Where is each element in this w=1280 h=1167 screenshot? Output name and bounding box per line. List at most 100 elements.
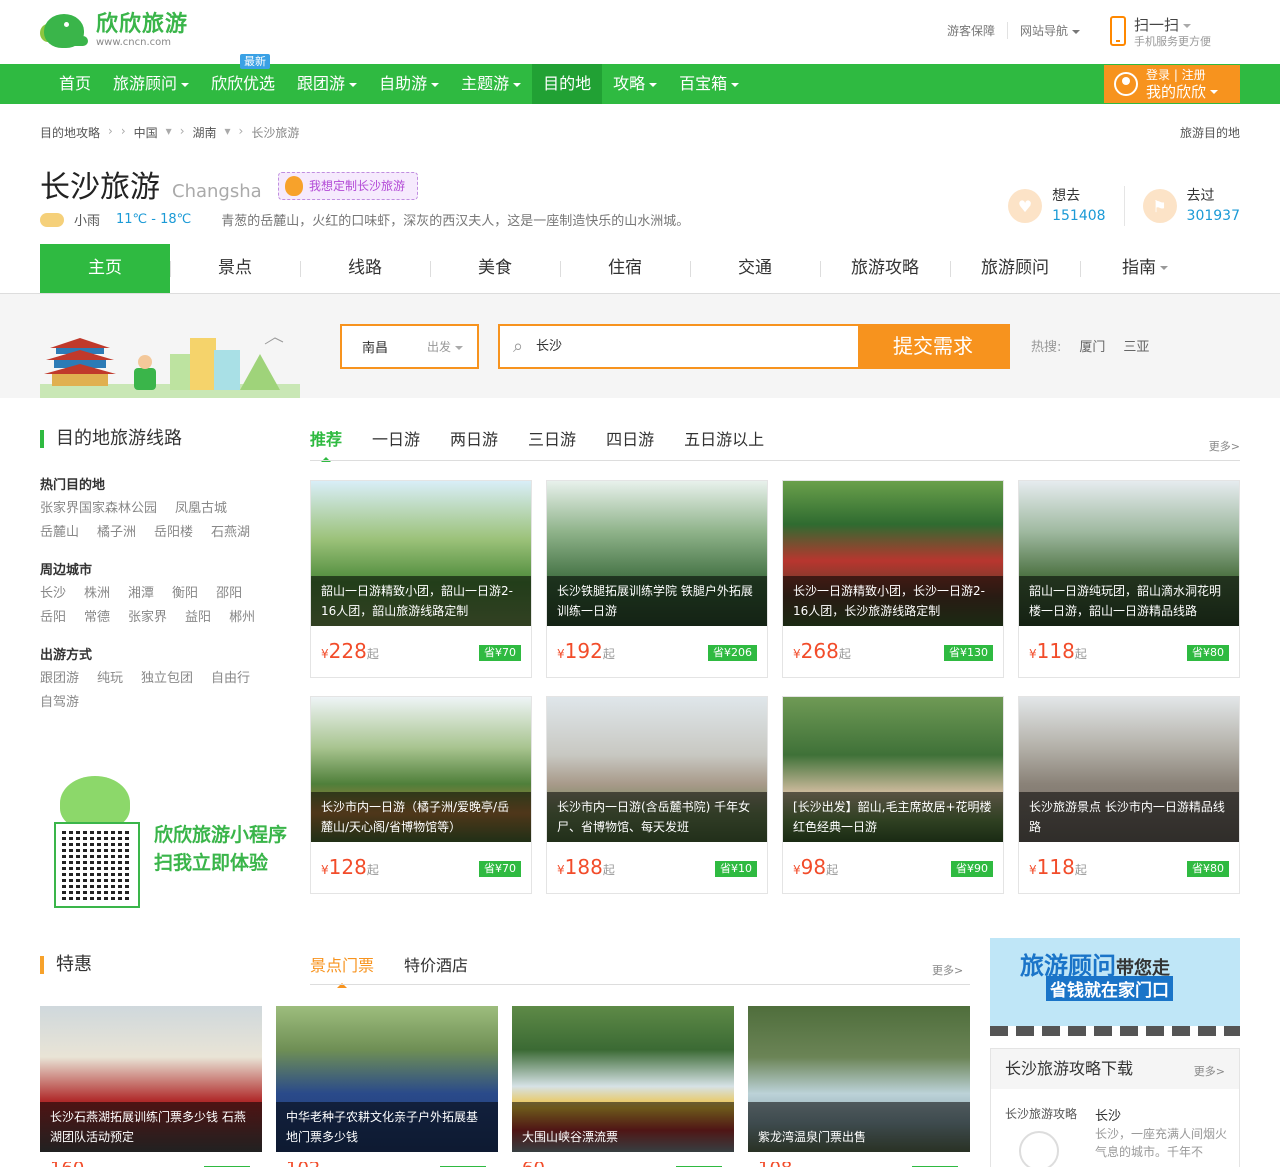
custom-trip-button[interactable]: 我想定制长沙旅游 [278,172,419,200]
sidebar-link[interactable]: 岳阳楼 [154,521,193,545]
sidebar-link[interactable]: 石燕湖 [211,521,250,545]
nav-cncn-select[interactable]: 欣欣优选 最新 [200,54,286,104]
sidebar-link[interactable]: 橘子洲 [97,521,136,545]
sidebar-link[interactable]: 长沙 [40,582,66,606]
breadcrumb-item[interactable]: 目的地攻略 [40,124,100,141]
breadcrumb-item[interactable]: 中国 [134,124,158,141]
sidebar-link[interactable]: 纯玩 [97,667,123,691]
nav-group-tour[interactable]: 跟团游 [286,64,368,104]
route-card[interactable]: 长沙一日游精致小团，长沙一日游2-16人团，长沙旅游线路定制 ¥268起 省¥1… [782,480,1004,678]
route-card[interactable]: [长沙出发】韶山,毛主席故居+花明楼 红色经典一日游 ¥98起 省¥90 [782,696,1004,894]
search-band: 南昌 出发 ⌕ 长沙 提交需求 热搜: 厦门 三亚 [0,294,1280,398]
nav-guides[interactable]: 攻略 [602,64,668,104]
city-skyline-illustration [40,337,300,398]
sidebar-link[interactable]: 跟团游 [40,667,79,691]
sidebar-link[interactable]: 岳麓山 [40,521,79,545]
tourist-guarantee-link[interactable]: 游客保障 [935,22,1009,39]
login-panel[interactable]: 登录 | 注册 我的欣欣 [1104,65,1240,103]
guide-label[interactable]: 长沙旅游攻略 [1005,1105,1077,1122]
deal-card[interactable]: 大围山峡谷漂流票 60 [512,1006,734,1167]
nav-self-guided[interactable]: 自助游 [368,64,450,104]
tab-two-day[interactable]: 两日游 [450,426,498,460]
chevron-down-icon[interactable]: ▾ [166,124,172,141]
hot-search-link[interactable]: 三亚 [1123,336,1149,355]
tab-transport[interactable]: 交通 [690,244,820,293]
guide-city[interactable]: 长沙 [1095,1105,1121,1124]
hot-destinations: 热门目的地 张家界国家森林公园 凤凰古城 岳麓山 橘子洲 岳阳楼 石燕湖 [40,474,290,545]
route-card[interactable]: 长沙市内一日游（橘子洲/爱晚亭/岳麓山/天心阁/省博物馆等） ¥128起 省¥7… [310,696,532,894]
want-to-go-button[interactable]: ♥ 想去 151408 [990,186,1123,226]
sidebar-link[interactable]: 益阳 [185,606,211,630]
sidebar-link[interactable]: 衡阳 [172,582,198,606]
main-nav: 首页 旅游顾问 欣欣优选 最新 跟团游 自助游 主题游 目的地 攻略 百宝箱 登录… [0,54,1280,104]
sidebar-link[interactable]: 株洲 [84,582,110,606]
route-card[interactable]: 韶山一日游纯玩团，韶山滴水洞花明楼一日游，韶山一日游精品线路 ¥118起 省¥8… [1018,480,1240,678]
tab-food[interactable]: 美食 [430,244,560,293]
chevron-down-icon [1183,23,1192,28]
breadcrumb-item[interactable]: 湖南 [193,124,217,141]
sidebar-link[interactable]: 常德 [84,606,110,630]
nav-toolbox[interactable]: 百宝箱 [668,64,750,104]
tab-hotels-deal[interactable]: 特价酒店 [404,952,468,986]
tab-guide[interactable]: 指南 [1080,244,1210,293]
tab-three-day[interactable]: 三日游 [528,426,576,460]
deal-tabs: 景点门票 特价酒店 [310,952,498,988]
destination-input[interactable]: 长沙 [536,326,858,367]
deal-card[interactable]: 紫龙湾温泉门票出售 108 [748,1006,970,1167]
login-register-link[interactable]: 登录 | 注册 [1146,68,1218,83]
route-cards: 韶山一日游精致小团，韶山一日游2-16人团，韶山旅游线路定制 ¥228起 省¥7… [310,480,1240,894]
tab-home[interactable]: 主页 [40,244,170,293]
sidebar-link[interactable]: 张家界国家森林公园 [40,497,157,521]
deal-price: 108 [758,1162,792,1167]
site-nav-link[interactable]: 网站导航 [1008,22,1092,39]
travel-destinations-link[interactable]: 旅游目的地 [1180,124,1240,141]
savings-badge: 省¥70 [479,645,521,661]
site-logo[interactable]: 欣欣旅游 www.cncn.com [40,8,188,54]
tab-routes[interactable]: 线路 [300,244,430,293]
chevron-right-icon: › [120,124,126,138]
route-card[interactable]: 长沙铁腿拓展训练学院 铁腿户外拓展训练一日游 ¥192起 省¥206 [546,480,768,678]
more-routes-link[interactable]: 更多> [1209,438,1240,454]
been-there-button[interactable]: ⚑ 去过 301937 [1123,186,1240,226]
submit-request-button[interactable]: 提交需求 [858,326,1008,367]
tab-five-plus-day[interactable]: 五日游以上 [684,426,764,460]
savings-badge: 省¥80 [1187,645,1229,661]
sidebar-link[interactable]: 独立包团 [141,667,193,691]
hot-search-link[interactable]: 厦门 [1079,336,1105,355]
deal-card[interactable]: 中华老种子农耕文化亲子户外拓展基地门票多少钱 102 [276,1006,498,1167]
sidebar-link[interactable]: 湘潭 [128,582,154,606]
tab-hotels[interactable]: 住宿 [560,244,690,293]
departure-select[interactable]: 南昌 出发 [340,324,479,369]
sidebar-link[interactable]: 凤凰古城 [175,497,227,521]
sidebar-link[interactable]: 张家界 [128,606,167,630]
nav-travel-advisor[interactable]: 旅游顾问 [102,64,200,104]
sidebar-link[interactable]: 岳阳 [40,606,66,630]
tab-travel-advisor[interactable]: 旅游顾问 [950,244,1080,293]
sidebar-link[interactable]: 邵阳 [216,582,242,606]
scan-qr-entry[interactable]: 扫一扫 手机服务更方便 [1110,16,1211,50]
tab-attractions[interactable]: 景点 [170,244,300,293]
chevron-down-icon[interactable]: ▾ [225,124,231,141]
route-title: 长沙铁腿拓展训练学院 铁腿户外拓展训练一日游 [547,576,767,626]
route-card[interactable]: 长沙市内一日游(含岳麓书院) 千年女尸、省博物馆、每天发班 ¥188起 省¥10 [546,696,768,894]
sidebar-link[interactable]: 自由行 [211,667,250,691]
tab-travel-guide[interactable]: 旅游攻略 [820,244,950,293]
route-card[interactable]: 韶山一日游精致小团，韶山一日游2-16人团，韶山旅游线路定制 ¥228起 省¥7… [310,480,532,678]
rain-cloud-icon [40,212,64,227]
tab-tickets[interactable]: 景点门票 [310,952,374,988]
sidebar-link[interactable]: 自驾游 [40,691,79,715]
sidebar-link[interactable]: 郴州 [229,606,255,630]
nav-home[interactable]: 首页 [48,64,102,104]
tab-four-day[interactable]: 四日游 [606,426,654,460]
travel-advisor-banner[interactable]: 旅游顾问带您走 省钱就在家门口 [990,938,1240,1036]
more-guides-link[interactable]: 更多> [1194,1063,1225,1079]
user-icon [1114,72,1138,96]
tab-one-day[interactable]: 一日游 [372,426,420,460]
more-deals-link[interactable]: 更多> [932,962,963,978]
nav-destination[interactable]: 目的地 [532,64,603,104]
hot-searches: 热搜: 厦门 三亚 [1031,336,1167,355]
tab-recommended[interactable]: 推荐 [310,426,342,462]
route-card[interactable]: 长沙旅游景点 长沙市内一日游精品线路 ¥118起 省¥80 [1018,696,1240,894]
deal-card[interactable]: 长沙石燕湖拓展训练门票多少钱 石燕湖团队活动预定 160 [40,1006,262,1167]
nav-theme-tour[interactable]: 主题游 [450,64,532,104]
